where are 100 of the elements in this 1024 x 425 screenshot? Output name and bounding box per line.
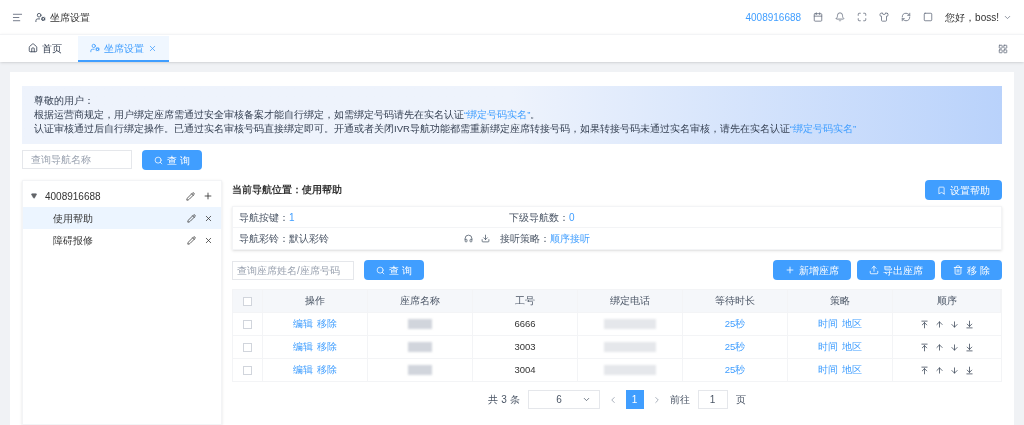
move-bottom-icon[interactable] (965, 342, 974, 352)
table-link[interactable]: 移除 (317, 316, 337, 332)
phone-link[interactable]: 4008916688 (745, 9, 802, 25)
page-input[interactable]: 1 (697, 390, 728, 409)
table-link[interactable]: 25秒 (724, 316, 746, 332)
column-header: 工号 (515, 293, 535, 308)
table-link[interactable]: 25秒 (724, 362, 746, 378)
checkbox[interactable] (243, 365, 252, 375)
location-text: 当前导航位置：使用帮助 (232, 182, 342, 197)
move-down-icon[interactable] (950, 319, 959, 329)
table-cell-text: 6666 (514, 316, 536, 331)
edit-icon[interactable] (187, 235, 196, 245)
move-down-icon[interactable] (950, 342, 959, 352)
search-field[interactable]: 查询座席姓名/座席号码 (232, 260, 354, 280)
trash-icon (953, 265, 964, 275)
table-cell-text: 3003 (514, 339, 536, 354)
table-link[interactable]: 25秒 (724, 339, 746, 355)
page-tab[interactable]: 首页 (16, 36, 74, 62)
notice-link[interactable]: “绑定号码实名” (789, 123, 857, 134)
blurred-block (408, 319, 432, 329)
caret-icon[interactable] (31, 193, 37, 199)
fullscreen-icon[interactable] (857, 12, 868, 22)
notice-text: 根据运营商规定，用户绑定座席需通过安全审核备案才能自行绑定，如需绑定号码请先在实名认证“绑定号码实名”。 (34, 108, 542, 122)
page-tab[interactable]: 坐席设置 (78, 36, 169, 62)
user-greeting[interactable]: 您好，boss! (945, 9, 999, 25)
table-link[interactable]: 移除 (317, 339, 337, 355)
move-up-icon[interactable] (935, 342, 944, 352)
column-header: 顺序 (936, 293, 957, 308)
shirt-icon[interactable] (879, 12, 890, 22)
search-icon (154, 155, 163, 165)
download-icon[interactable] (481, 234, 490, 243)
move-up-icon[interactable] (935, 319, 944, 329)
total-text: 共 3 条 (488, 393, 520, 407)
goto-label: 前往 (669, 393, 690, 407)
upload-icon (869, 265, 880, 275)
tree-item[interactable]: 4008916688 (23, 185, 221, 207)
edit-icon[interactable] (186, 191, 195, 201)
strategy-text: 接听策略：顺序接听 (500, 232, 590, 246)
table-cell-text: 3004 (514, 362, 536, 377)
move-top-icon[interactable] (920, 342, 929, 352)
plus-icon (785, 265, 796, 275)
delete-icon[interactable] (204, 213, 213, 223)
tree-item[interactable]: 使用帮助 (23, 207, 221, 229)
add-icon[interactable] (203, 191, 213, 201)
edit-icon[interactable] (187, 213, 196, 223)
menu-icon[interactable] (12, 11, 23, 23)
action-button[interactable]: 新增座席 (773, 260, 852, 280)
move-bottom-icon[interactable] (965, 365, 974, 375)
table-link[interactable]: 编辑 (293, 339, 313, 355)
delete-icon[interactable] (204, 235, 213, 245)
column-header: 等待时长 (715, 293, 755, 308)
search-button[interactable]: 查 询 (364, 260, 424, 280)
table-link[interactable]: 移除 (317, 362, 337, 378)
bell-icon[interactable] (835, 12, 846, 22)
search-button[interactable]: 查 询 (142, 150, 202, 170)
column-header: 座席名称 (400, 293, 440, 308)
move-bottom-icon[interactable] (965, 319, 974, 329)
user-settings-icon (35, 11, 46, 23)
column-header: 操作 (305, 293, 325, 308)
refresh-icon[interactable] (901, 12, 912, 22)
checkbox[interactable] (243, 296, 252, 306)
notice-link[interactable]: “绑定号码实名” (464, 109, 531, 120)
table-link[interactable]: 编辑 (293, 316, 313, 332)
tree-item[interactable]: 障碍报修 (23, 229, 221, 251)
action-button[interactable]: 移 除 (941, 260, 1002, 280)
blurred-block (408, 365, 432, 375)
square-icon[interactable] (923, 12, 934, 22)
table-link[interactable]: 时间 (818, 339, 838, 355)
caret-icon (581, 395, 591, 404)
table-link[interactable]: 地区 (842, 316, 862, 332)
move-top-icon[interactable] (920, 365, 929, 375)
checkbox[interactable] (243, 319, 252, 329)
table-link[interactable]: 时间 (818, 362, 838, 378)
move-up-icon[interactable] (935, 365, 944, 375)
move-down-icon[interactable] (950, 365, 959, 375)
close-icon[interactable] (148, 43, 157, 53)
search-icon (376, 265, 385, 275)
bookmark-icon (937, 185, 946, 195)
column-header: 策略 (830, 293, 850, 308)
table-link[interactable]: 地区 (842, 362, 862, 378)
action-button[interactable]: 导出座席 (857, 260, 936, 280)
help-button[interactable]: 设置帮助 (925, 180, 1002, 200)
page-suffix: 页 (735, 393, 746, 407)
sub-count-text: 下级导航数：0 (509, 210, 575, 225)
blurred-block (604, 365, 656, 375)
page-size-select[interactable]: 6 (527, 390, 600, 409)
table-link[interactable]: 地区 (842, 339, 862, 355)
notice-text: 认证审核通过后自行绑定操作。已通过实名审核号码直接绑定即可。开通或者关闭IVR导航功能都需重新绑定座席转接号码，如果转接号码未通过实名审核，请先在实名认证“绑定号码实名” (34, 122, 858, 136)
search-field[interactable]: 查询导航名称 (22, 150, 132, 169)
headphones-icon[interactable] (464, 234, 473, 243)
checkbox[interactable] (243, 342, 252, 352)
page-number[interactable]: 1 (625, 390, 644, 409)
column-header: 绑定电话 (610, 293, 650, 308)
home-icon (28, 43, 38, 53)
move-top-icon[interactable] (920, 319, 929, 329)
ringtone-text: 导航彩铃：默认彩铃 (239, 232, 330, 246)
grid-icon[interactable] (998, 44, 1008, 54)
table-link[interactable]: 时间 (818, 316, 838, 332)
calendar-icon[interactable] (813, 12, 824, 22)
table-link[interactable]: 编辑 (293, 362, 313, 378)
